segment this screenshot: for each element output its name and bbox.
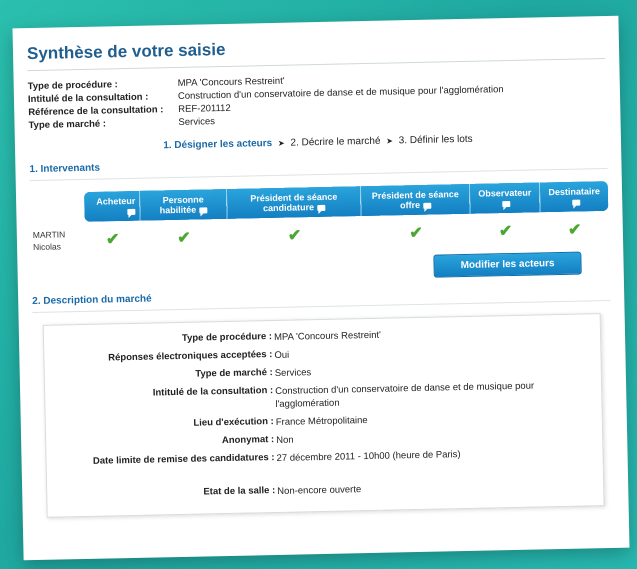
header-president-offre[interactable]: Président de séance offre: [360, 183, 471, 217]
desc-label-title: Intitulé de la consultation: [55, 385, 275, 416]
summary-label-procedure: Type de procédure :: [27, 79, 118, 93]
checkmark-icon: ✔: [177, 229, 191, 247]
chat-bubble-icon: [571, 199, 580, 206]
desc-value-deadline: 27 décembre 2011 - 10h00 (heure de Paris…: [276, 449, 461, 464]
description-box: Type de procédure MPA 'Concours Restrein…: [42, 313, 605, 518]
section-title-description: 2. Description du marché: [32, 283, 611, 314]
summary-info: Type de procédure : MPA 'Concours Restre…: [28, 69, 607, 131]
header-spacer: [30, 192, 85, 223]
chat-bubble-icon: [199, 206, 208, 214]
summary-label-market-type: Type de marché :: [28, 118, 107, 132]
header-personne-habilitee[interactable]: Personne habilitée: [139, 188, 228, 221]
desc-value-title: Construction d'un conservatoire de danse…: [275, 380, 535, 410]
desc-value-procedure: MPA 'Concours Restreint': [273, 329, 382, 343]
checkmark-icon: ✔: [567, 221, 582, 239]
checkmark-icon: ✔: [287, 227, 302, 245]
chat-bubble-icon: [127, 208, 136, 215]
summary-page: Synthèse de votre saisie Type de procédu…: [12, 15, 630, 561]
header-acheteur[interactable]: Acheteur: [83, 190, 141, 222]
description-grid: Type de procédure MPA 'Concours Restrein…: [54, 324, 593, 502]
desc-value-electronic: Oui: [274, 349, 290, 361]
desc-label-location: Lieu d'exécution: [56, 416, 276, 434]
header-observateur[interactable]: Observateur: [469, 182, 541, 214]
header-destinataire[interactable]: Destinataire: [539, 180, 609, 213]
desc-label-deadline: Date limite de remise des candidatures: [56, 452, 276, 470]
checkmark-icon: ✔: [498, 222, 513, 241]
chat-bubble-icon: [317, 204, 326, 211]
arrow-right-icon: ➤: [386, 136, 394, 146]
desc-value-location: France Métropolitaine: [275, 415, 368, 428]
desc-label-anonymity: Anonymat: [56, 434, 276, 452]
actors-table: Acheteur Personne habilitée Président de…: [30, 180, 609, 259]
chat-bubble-icon: [502, 200, 511, 207]
header-president-candidature[interactable]: Président de séance candidature: [226, 186, 362, 219]
step-1[interactable]: 1. Désigner les acteurs: [163, 138, 272, 151]
arrow-right-icon: ➤: [277, 138, 285, 148]
wizard-steps: 1. Désigner les acteurs ➤ 2. Décrire le …: [29, 131, 607, 154]
desc-label-market-type: Type de marché: [55, 367, 275, 385]
checkmark-icon: ✔: [105, 231, 120, 249]
modify-actors-button[interactable]: Modifier les acteurs: [433, 251, 582, 278]
step-3[interactable]: 3. Définir les lots: [399, 134, 473, 147]
page-title: Synthèse de votre saisie: [26, 32, 606, 72]
summary-label-reference: Référence de la consultation :: [28, 104, 164, 119]
desc-label-procedure: Type de procédure: [54, 331, 274, 349]
desc-value-market-type: Services: [274, 367, 312, 379]
step-2[interactable]: 2. Décrire le marché: [290, 136, 380, 149]
summary-label-title: Intitulé de la consultation :: [27, 91, 149, 106]
desc-value-room-state: Non-encore ouverte: [277, 484, 362, 497]
actor-name: MARTIN Nicolas: [32, 229, 66, 253]
desc-label-room-state: Etat de la salle: [57, 485, 277, 503]
section-title-intervenants: 1. Intervenants: [29, 151, 608, 182]
chat-bubble-icon: [422, 202, 432, 209]
checkmark-icon: ✔: [409, 224, 424, 243]
desc-label-electronic: Réponses électroniques acceptées: [54, 349, 274, 367]
desc-value-anonymity: Non: [276, 434, 294, 446]
